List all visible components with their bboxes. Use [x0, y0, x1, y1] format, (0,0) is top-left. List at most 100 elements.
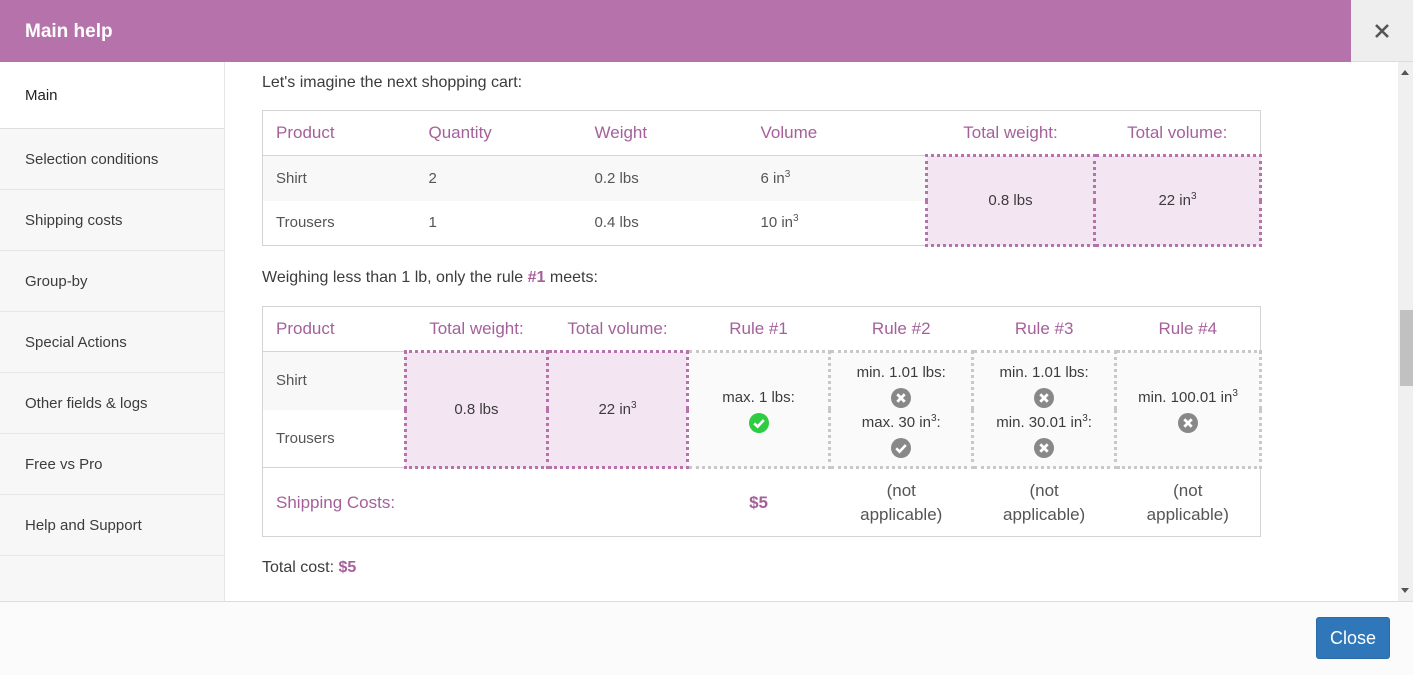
sidebar-item-group-by[interactable]: Group-by	[0, 251, 224, 312]
cell-rule-1: max. 1 lbs:	[685, 350, 832, 469]
sidebar-item-label: Shipping costs	[25, 211, 123, 229]
volume-exponent: 3	[793, 213, 799, 225]
close-x-icon	[1375, 23, 1389, 38]
scroll-up-arrow-icon[interactable]	[1401, 70, 1409, 75]
sentence-text: Weighing less than 1 lb, only the rule	[262, 269, 528, 286]
cell-volume: 6 in3	[760, 155, 927, 201]
sidebar-item-label: Special Actions	[25, 333, 127, 351]
rule-condition: min. 100.01 in3	[1117, 385, 1259, 410]
col-product: Product	[262, 306, 406, 352]
rules-table: Product Total weight: Total volume: Rule…	[262, 306, 1262, 537]
x-circle-icon	[1034, 387, 1055, 408]
rule-highlight: #1	[527, 269, 546, 286]
total-volume-value: 22 in	[598, 401, 631, 418]
check-circle-green-icon	[748, 412, 769, 433]
rule-condition: min. 1.01 lbs:	[856, 363, 946, 381]
condition-text: min. 100.01 in	[1138, 388, 1233, 406]
cell-product: Trousers	[276, 214, 335, 232]
help-content: Let's imagine the next shopping cart: Pr…	[225, 62, 1398, 601]
shipping-costs-label: Shipping Costs:	[262, 467, 688, 537]
volume-exponent: 3	[1190, 191, 1197, 202]
total-volume-value: 22 in	[1158, 192, 1191, 209]
shipping-cost-rule-2: (not applicable)	[829, 467, 973, 537]
intro-text: Let's imagine the next shopping cart:	[262, 74, 523, 91]
check-circle-grey-icon	[891, 437, 912, 458]
sidebar-item-label: Group-by	[25, 272, 88, 290]
sentence-text: meets:	[545, 269, 598, 286]
sidebar-item-selection-conditions[interactable]: Selection conditions	[0, 129, 224, 190]
shipping-cost-rule-4: (not applicable)	[1115, 467, 1261, 537]
volume-value: 6 in	[760, 169, 785, 187]
cell-weight: 0.2 lbs	[594, 155, 761, 201]
rule-condition: max. 1 lbs:	[722, 388, 795, 406]
table-header-row: Product Quantity Weight Volume Total wei…	[262, 110, 1261, 156]
cell-product: Shirt	[262, 155, 429, 201]
table-row: Shirt 2 0.2 lbs 6 in3 0.8 lbs 22 in3	[262, 154, 1262, 247]
scrollbar-thumb[interactable]	[1400, 310, 1413, 386]
x-circle-icon	[1034, 437, 1055, 458]
cell-total-volume: 22 in3	[546, 350, 689, 469]
condition-suffix: :	[936, 413, 941, 431]
rule-condition: min. 30.01 in3:	[974, 410, 1114, 435]
x-circle-icon	[1178, 412, 1199, 433]
col-product: Product	[262, 110, 429, 156]
sidebar-item-label: Free vs Pro	[25, 455, 103, 473]
cell-product: Trousers	[276, 429, 335, 447]
sidebar-item-main[interactable]: Main	[0, 62, 224, 129]
sidebar-item-label: Main	[25, 86, 58, 104]
dialog-title: Main help	[25, 21, 113, 42]
col-total-weight: Total weight:	[926, 110, 1095, 156]
cell-quantity: 1	[428, 214, 437, 232]
shipping-cost-rule-3: (not applicable)	[972, 467, 1116, 537]
col-rule-2: Rule #2	[829, 306, 973, 352]
close-dialog-button[interactable]	[1351, 0, 1413, 62]
shipping-cost-rule-1: $5	[687, 467, 830, 537]
volume-value: 10 in	[760, 214, 794, 232]
condition-suffix: :	[1087, 413, 1092, 431]
cell-rule-2: min. 1.01 lbs: max. 30 in3:	[828, 350, 975, 469]
cell-product: Shirt	[262, 351, 406, 410]
total-cost-value: $5	[338, 559, 357, 576]
col-total-volume: Total volume:	[547, 306, 688, 352]
condition-text: min. 30.01 in	[996, 413, 1083, 431]
table-row: Shirt 0.8 lbs 22 in3 max. 1 lbs: min. 1.…	[262, 350, 1262, 469]
col-total-volume: Total volume:	[1094, 110, 1261, 156]
dialog-header: Main help	[0, 0, 1351, 62]
volume-exponent: 3	[1232, 387, 1238, 399]
cell-quantity: 2	[428, 155, 595, 201]
sidebar-item-special-actions[interactable]: Special Actions	[0, 312, 224, 373]
rule-condition: max. 30 in3:	[831, 410, 971, 435]
help-sidebar: Main Selection conditions Shipping costs…	[0, 62, 225, 601]
cell-total-weight: 0.8 lbs	[925, 154, 1096, 247]
cell-rule-4: min. 100.01 in3	[1114, 350, 1262, 469]
total-cost-label: Total cost:	[262, 559, 339, 576]
col-rule-3: Rule #3	[972, 306, 1116, 352]
sidebar-item-free-vs-pro[interactable]: Free vs Pro	[0, 434, 224, 495]
col-quantity: Quantity	[428, 110, 595, 156]
sidebar-item-other-fields-logs[interactable]: Other fields & logs	[0, 373, 224, 434]
sidebar-item-label: Other fields & logs	[25, 394, 148, 412]
cell-rule-3: min. 1.01 lbs: min. 30.01 in3:	[971, 350, 1118, 469]
close-button[interactable]: Close	[1316, 617, 1390, 659]
table-header-row: Product Total weight: Total volume: Rule…	[262, 306, 1261, 352]
volume-exponent: 3	[784, 168, 791, 180]
sidebar-item-label: Selection conditions	[25, 150, 159, 168]
cell-volume: 10 in3	[761, 201, 927, 246]
cell-total-volume: 22 in3	[1093, 154, 1262, 247]
col-rule-4: Rule #4	[1115, 306, 1261, 352]
total-cost: Total cost: $5	[262, 559, 1398, 577]
volume-exponent: 3	[631, 400, 637, 411]
sidebar-item-shipping-costs[interactable]: Shipping costs	[0, 190, 224, 251]
col-volume: Volume	[760, 110, 927, 156]
col-rule-1: Rule #1	[687, 306, 830, 352]
content-scrollbar[interactable]	[1398, 62, 1413, 601]
rule-condition: min. 1.01 lbs:	[999, 363, 1089, 381]
col-weight: Weight	[594, 110, 761, 156]
sidebar-item-help-support[interactable]: Help and Support	[0, 495, 224, 556]
sidebar-item-label: Help and Support	[25, 516, 142, 534]
x-circle-icon	[891, 387, 912, 408]
cell-total-weight: 0.8 lbs	[403, 350, 550, 469]
col-total-weight: Total weight:	[405, 306, 548, 352]
condition-text: max. 30 in	[861, 413, 931, 431]
scroll-down-arrow-icon[interactable]	[1401, 588, 1409, 593]
